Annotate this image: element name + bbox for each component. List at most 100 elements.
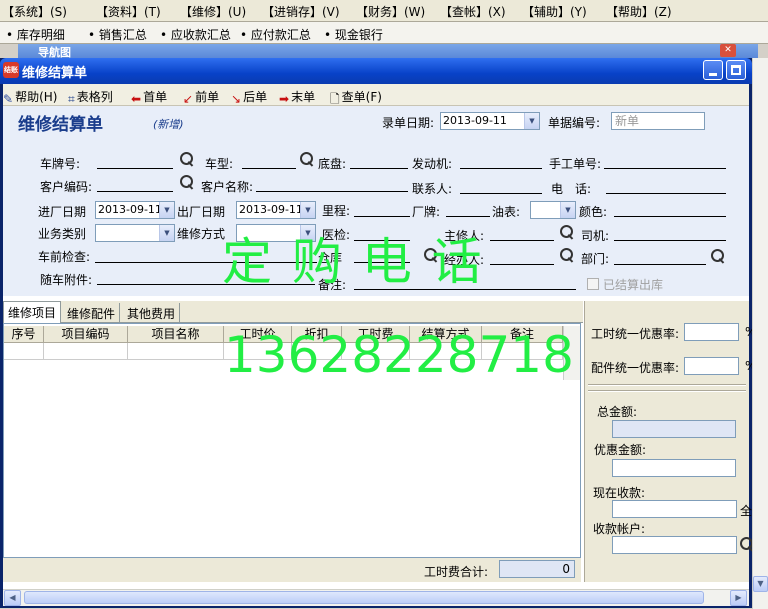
handler-search-icon[interactable] bbox=[560, 248, 575, 263]
menu-audit[interactable]: 【查帐】(X) bbox=[440, 3, 506, 20]
discount-amount-input[interactable] bbox=[612, 459, 736, 477]
discount-amount-label: 优惠金额: bbox=[594, 443, 647, 457]
received-suffix: 全 bbox=[740, 504, 753, 518]
in-date-label: 进厂日期 bbox=[38, 205, 87, 219]
model-field[interactable] bbox=[242, 168, 296, 169]
col-item-code[interactable]: 项目编码 bbox=[44, 326, 128, 343]
help-label: 帮助(H) bbox=[15, 90, 58, 104]
help-button[interactable]: ✎ 帮助(H) bbox=[3, 88, 57, 106]
engine-label: 发动机: bbox=[412, 157, 453, 171]
watermark-order-phone: 定 购 电 话 bbox=[222, 233, 484, 291]
tab-other-fees[interactable]: 其他费用 bbox=[123, 303, 181, 323]
quick-link-receivables[interactable]: • 应收款汇总 bbox=[160, 26, 231, 43]
horizontal-scroll-thumb[interactable] bbox=[24, 591, 704, 604]
customer-search-icon[interactable] bbox=[180, 175, 195, 190]
plate-search-icon[interactable] bbox=[180, 152, 195, 167]
model-search-icon[interactable] bbox=[300, 152, 315, 167]
vertical-scrollbar[interactable]: ▼ bbox=[752, 58, 768, 609]
grid-format-button[interactable]: ⌗ 表格列 bbox=[68, 88, 113, 107]
scroll-left-icon[interactable]: ◀ bbox=[4, 590, 21, 606]
account-input[interactable] bbox=[612, 536, 737, 554]
color-field[interactable] bbox=[614, 216, 726, 217]
handler-field[interactable] bbox=[490, 264, 554, 265]
brand-field[interactable] bbox=[446, 216, 490, 217]
quick-link-payables[interactable]: • 应付款汇总 bbox=[240, 26, 311, 43]
brand-label: 厂牌: bbox=[412, 205, 441, 219]
customer-code-field[interactable] bbox=[97, 191, 173, 192]
minimize-button[interactable] bbox=[703, 60, 723, 80]
col-seq[interactable]: 序号 bbox=[4, 326, 44, 343]
dept-search-icon[interactable] bbox=[711, 249, 726, 264]
prev-record-button[interactable]: ↙ 前单 bbox=[183, 88, 219, 106]
menu-data[interactable]: 【资料】(T) bbox=[96, 3, 161, 20]
window-titlebar[interactable] bbox=[0, 58, 752, 84]
in-date-picker[interactable]: 2013-09-11 ▼ bbox=[95, 201, 175, 219]
background-close-icon[interactable]: ✕ bbox=[720, 44, 736, 57]
menu-finance[interactable]: 【财务】(W) bbox=[356, 3, 425, 20]
customer-name-label: 客户名称: bbox=[201, 180, 254, 194]
engine-field[interactable] bbox=[460, 168, 542, 169]
contact-field[interactable] bbox=[460, 193, 542, 194]
chassis-field[interactable] bbox=[350, 168, 408, 169]
chevron-down-icon: ▼ bbox=[524, 113, 539, 129]
quick-link-sales-summary[interactable]: • 销售汇总 bbox=[88, 26, 147, 43]
menu-bar: 【系统】(S) 【资料】(T) 【维修】(U) 【进销存】(V) 【财务】(W)… bbox=[0, 0, 768, 22]
settled-checkbox[interactable] bbox=[587, 278, 599, 290]
last-arrow-icon: ➡ bbox=[279, 92, 290, 106]
next-label: 后单 bbox=[243, 90, 268, 104]
driver-field[interactable] bbox=[614, 240, 726, 241]
entry-date-picker[interactable]: 2013-09-11 ▼ bbox=[440, 112, 540, 130]
fuel-select[interactable]: ▼ bbox=[530, 201, 576, 219]
last-record-button[interactable]: ➡ 末单 bbox=[279, 88, 315, 106]
doc-no-input[interactable]: 新单 bbox=[611, 112, 705, 130]
labor-discount-input[interactable] bbox=[684, 323, 739, 341]
next-arrow-icon: ↘ bbox=[231, 92, 242, 106]
plate-field[interactable] bbox=[97, 168, 173, 169]
out-date-picker[interactable]: 2013-09-11 ▼ bbox=[236, 201, 316, 219]
maximize-button[interactable] bbox=[726, 60, 746, 80]
quick-link-cash-bank[interactable]: • 现金银行 bbox=[324, 26, 383, 43]
mileage-field[interactable] bbox=[354, 216, 410, 217]
account-label: 收款帐户: bbox=[593, 522, 646, 536]
out-date-label: 出厂日期 bbox=[177, 205, 226, 219]
biz-type-select[interactable]: ▼ bbox=[95, 224, 175, 242]
in-date-value: 2013-09-11 bbox=[98, 203, 162, 216]
biz-type-label: 业务类别 bbox=[38, 227, 87, 241]
parts-discount-input[interactable] bbox=[684, 357, 739, 375]
cell-item-code[interactable] bbox=[44, 343, 128, 360]
manual-no-label: 手工单号: bbox=[549, 157, 602, 171]
minimize-icon bbox=[709, 73, 717, 76]
tab-repair-parts[interactable]: 维修配件 bbox=[63, 303, 121, 323]
help-icon: ✎ bbox=[3, 92, 14, 106]
menu-inventory[interactable]: 【进销存】(V) bbox=[262, 3, 340, 20]
doc-no-label: 单据编号: bbox=[548, 116, 601, 130]
scroll-down-icon[interactable]: ▼ bbox=[753, 576, 768, 592]
col-item-name[interactable]: 项目名称 bbox=[128, 326, 224, 343]
menu-system[interactable]: 【系统】(S) bbox=[2, 3, 67, 20]
tab-repair-items[interactable]: 维修项目 bbox=[3, 301, 62, 323]
lookup-label: 查单(F) bbox=[341, 90, 382, 104]
dept-field[interactable] bbox=[614, 264, 706, 265]
labor-discount-label: 工时统一优惠率: bbox=[591, 327, 680, 341]
grid-columns-icon: ⌗ bbox=[68, 92, 75, 106]
quick-link-stock-detail[interactable]: • 库存明细 bbox=[6, 26, 65, 43]
cell-seq[interactable] bbox=[4, 343, 44, 360]
mechanic-search-icon[interactable] bbox=[560, 225, 575, 240]
mechanic-field[interactable] bbox=[490, 240, 554, 241]
next-record-button[interactable]: ↘ 后单 bbox=[231, 88, 267, 106]
cell-item-name[interactable] bbox=[128, 343, 224, 360]
first-arrow-icon: ⬅ bbox=[131, 92, 142, 106]
manual-no-field[interactable] bbox=[604, 168, 726, 169]
first-record-button[interactable]: ⬅ 首单 bbox=[131, 88, 167, 106]
phone-label: 电 话: bbox=[551, 182, 592, 196]
phone-field[interactable] bbox=[606, 193, 726, 194]
panel-divider bbox=[588, 384, 746, 386]
menu-repair[interactable]: 【维修】(U) bbox=[180, 3, 246, 20]
scroll-right-icon[interactable]: ▶ bbox=[730, 590, 747, 606]
menu-tools[interactable]: 【辅助】(Y) bbox=[522, 3, 587, 20]
chevron-down-icon: ▼ bbox=[159, 225, 174, 241]
received-input[interactable] bbox=[612, 500, 737, 518]
grid-format-label: 表格列 bbox=[76, 90, 113, 104]
customer-name-field[interactable] bbox=[256, 191, 408, 192]
menu-help[interactable]: 【帮助】(Z) bbox=[606, 3, 672, 20]
